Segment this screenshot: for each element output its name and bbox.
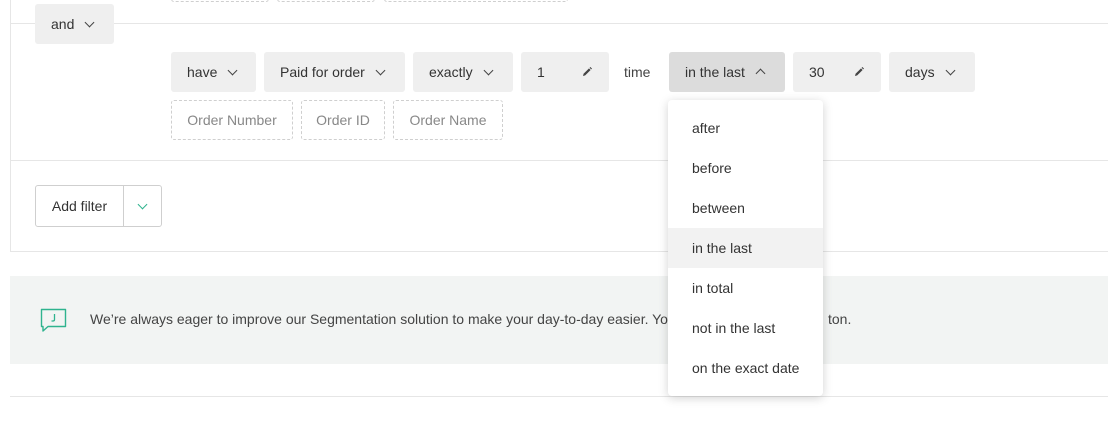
chevron-down-icon: [137, 199, 148, 209]
event-label: Paid for order: [280, 64, 365, 80]
property-chip-order-number[interactable]: Order Number: [171, 100, 293, 140]
time-label: time: [624, 64, 651, 80]
chevron-down-icon: [375, 65, 386, 75]
have-select[interactable]: have: [171, 52, 256, 92]
period-dropdown-menu: after before between in the last in tota…: [668, 100, 823, 396]
count-value: 1: [537, 64, 545, 80]
period-select[interactable]: in the last: [669, 52, 785, 92]
notice-text-tail: ton.: [828, 311, 852, 327]
add-filter-dropdown-button[interactable]: [124, 186, 161, 226]
row-divider: [10, 160, 1108, 161]
notice-text: We’re always eager to improve our Segmen…: [90, 311, 681, 327]
menu-option-on-the-exact-date[interactable]: on the exact date: [668, 348, 823, 388]
clipped-chip: [171, 0, 269, 2]
period-value-input[interactable]: 30: [793, 52, 881, 92]
join-operator-select[interactable]: and: [35, 4, 114, 44]
clipped-chip: [384, 0, 568, 2]
join-operator-label: and: [51, 16, 75, 32]
pencil-icon: [855, 67, 864, 76]
section-divider: [10, 396, 1108, 397]
event-select[interactable]: Paid for order: [264, 52, 405, 92]
chevron-down-icon: [227, 65, 238, 75]
pencil-icon: [583, 67, 592, 76]
menu-option-in-the-last[interactable]: in the last: [668, 228, 823, 268]
menu-option-in-total[interactable]: in total: [668, 268, 823, 308]
menu-option-before[interactable]: before: [668, 148, 823, 188]
chevron-up-icon: [755, 68, 766, 79]
add-filter-button-group: Add filter: [35, 185, 162, 227]
unit-label: days: [905, 64, 935, 80]
menu-option-between[interactable]: between: [668, 188, 823, 228]
quantifier-label: exactly: [429, 64, 473, 80]
clipped-chip: [277, 0, 375, 2]
panel-bottom-border: [10, 251, 1108, 252]
menu-option-not-in-the-last[interactable]: not in the last: [668, 308, 823, 348]
chevron-down-icon: [483, 65, 494, 75]
menu-option-after[interactable]: after: [668, 108, 823, 148]
property-chip-order-id[interactable]: Order ID: [301, 100, 385, 140]
property-chip-order-name[interactable]: Order Name: [393, 100, 503, 140]
count-input[interactable]: 1: [521, 52, 609, 92]
period-label: in the last: [685, 64, 745, 80]
chevron-down-icon: [84, 17, 95, 27]
chevron-down-icon: [945, 65, 956, 75]
feedback-icon: [40, 308, 67, 332]
have-label: have: [187, 64, 218, 80]
quantifier-select[interactable]: exactly: [413, 52, 513, 92]
panel-left-border: [10, 0, 11, 252]
unit-select[interactable]: days: [889, 52, 975, 92]
period-value: 30: [809, 64, 825, 80]
row-divider: [10, 23, 1108, 24]
add-filter-button[interactable]: Add filter: [36, 186, 124, 226]
